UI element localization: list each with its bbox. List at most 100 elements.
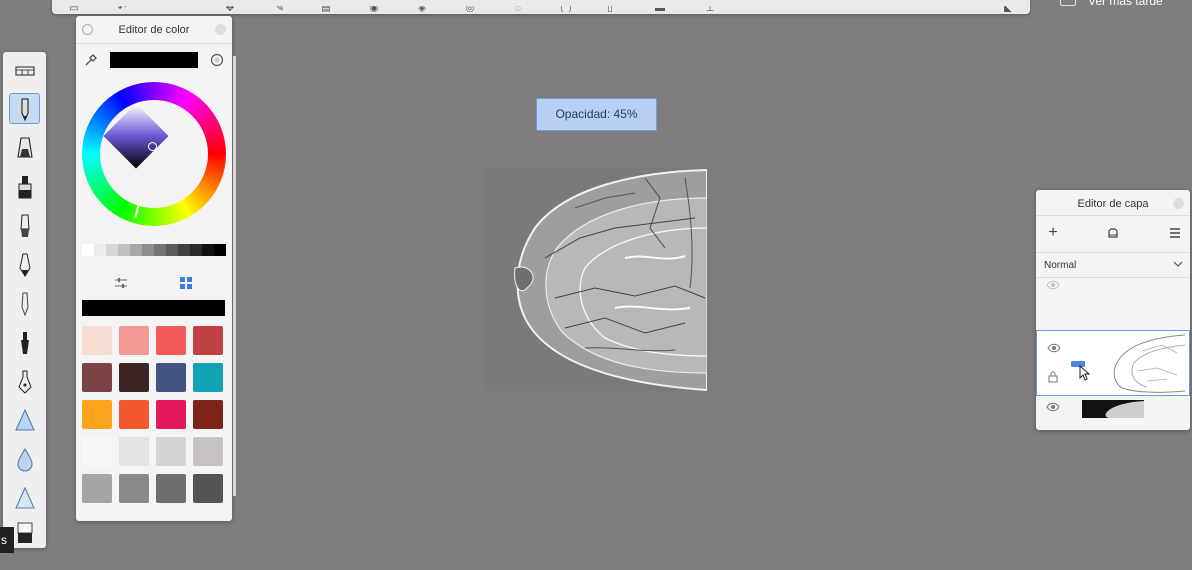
toolbar-icon[interactable]: ◉ (366, 6, 382, 12)
gray-swatch[interactable] (142, 244, 154, 256)
marker-icon[interactable] (9, 132, 40, 163)
color-swatch[interactable] (119, 474, 149, 503)
sharpen-icon[interactable] (9, 483, 40, 514)
blend-mode-select[interactable]: Normal (1036, 252, 1190, 278)
toolbar-icon[interactable]: ▭ (66, 6, 82, 12)
color-swatch[interactable] (82, 363, 112, 392)
toolbar-icon[interactable]: ▬ (652, 6, 668, 12)
color-swatch[interactable] (82, 326, 112, 355)
fountain-pen-icon[interactable] (9, 366, 40, 397)
pencil-icon[interactable] (9, 93, 40, 124)
layer-row-active[interactable] (1036, 330, 1190, 396)
layer-thumbnail[interactable] (1082, 400, 1144, 418)
gray-swatch[interactable] (118, 244, 130, 256)
color-swatch[interactable] (156, 474, 186, 503)
watch-later[interactable]: Ver más tarde (1038, 0, 1192, 12)
color-swatch[interactable] (193, 437, 223, 466)
gray-swatch[interactable] (214, 244, 226, 256)
color-wheel[interactable] (82, 82, 226, 226)
color-editor-title: Editor de color (118, 24, 190, 36)
gray-swatch[interactable] (154, 244, 166, 256)
gray-swatch[interactable] (202, 244, 214, 256)
color-editor-header[interactable]: Editor de color (76, 16, 232, 44)
toolbar-icon[interactable]: ◈ (414, 6, 430, 12)
tool-palette (3, 52, 46, 548)
color-puck-icon[interactable] (210, 53, 224, 67)
ink-pen-icon[interactable] (9, 327, 40, 358)
layer-thumbnail[interactable] (1087, 333, 1185, 393)
color-picker-knob[interactable] (148, 142, 157, 151)
color-swatch[interactable] (156, 437, 186, 466)
current-color-swatch[interactable] (110, 52, 198, 68)
layer-editor-panel: Editor de capa + Normal (1036, 190, 1190, 430)
toolbar-icon[interactable]: ✎ (272, 6, 288, 12)
gray-swatch[interactable] (94, 244, 106, 256)
active-color-bar[interactable] (82, 300, 225, 316)
color-swatch[interactable] (193, 363, 223, 392)
toolbar-icon[interactable]: ▤ (318, 6, 334, 12)
color-swatch[interactable] (193, 474, 223, 503)
lock-icon[interactable] (1048, 371, 1058, 383)
watch-later-icon (1060, 0, 1076, 6)
color-swatch[interactable] (156, 326, 186, 355)
eye-icon[interactable] (1046, 402, 1060, 412)
gray-swatch[interactable] (178, 244, 190, 256)
breast-sketch-image (485, 168, 707, 391)
color-swatch[interactable] (82, 437, 112, 466)
eye-icon[interactable] (1047, 343, 1061, 353)
add-layer-icon[interactable]: + (1046, 225, 1060, 241)
brush-settings-icon[interactable] (9, 54, 40, 85)
toolbar-icon[interactable]: ✥ (222, 6, 238, 12)
layer-editor-header[interactable]: Editor de capa (1036, 190, 1190, 216)
swatch-grid-icon[interactable] (179, 276, 193, 290)
color-swatch[interactable] (119, 326, 149, 355)
paintbrush-icon[interactable] (9, 210, 40, 241)
color-mode-tabs (76, 272, 232, 294)
toolbar-icon[interactable]: ◣ (1000, 6, 1016, 12)
canvas-artwork[interactable] (485, 168, 707, 391)
eye-icon[interactable] (1046, 280, 1060, 290)
hamburger-menu-icon[interactable] (1168, 226, 1182, 240)
top-toolbar: ▭ ↶ ✥ ✎ ▤ ◉ ◈ ◎ ◌ ◯ ▯ ▬ ⊥ ◣ (52, 0, 1030, 14)
opacity-tooltip: Opacidad: 45% (536, 98, 657, 131)
color-swatch[interactable] (193, 400, 223, 429)
panel-close-icon[interactable] (1173, 198, 1184, 209)
toolbar-icon[interactable]: ▯ (602, 6, 618, 12)
layer-row[interactable] (1036, 400, 1190, 430)
pen-icon[interactable] (9, 249, 40, 280)
color-swatch-grid (82, 326, 226, 503)
airbrush-icon[interactable] (9, 171, 40, 202)
smudge-icon[interactable] (9, 405, 40, 436)
toolbar-icon[interactable]: ↶ (114, 6, 130, 12)
color-swatch[interactable] (119, 437, 149, 466)
color-wheel-center (100, 100, 208, 208)
gray-swatch[interactable] (82, 244, 94, 256)
gray-swatch[interactable] (130, 244, 142, 256)
color-swatch[interactable] (156, 363, 186, 392)
color-swatch[interactable] (82, 474, 112, 503)
color-swatch[interactable] (119, 400, 149, 429)
blend-mode-value: Normal (1044, 260, 1077, 271)
panel-scrollbar[interactable] (233, 56, 236, 496)
fineliner-icon[interactable] (9, 288, 40, 319)
eyedropper-icon[interactable] (84, 53, 98, 67)
toolbar-icon[interactable]: ◌ (510, 6, 526, 12)
gray-swatch[interactable] (190, 244, 202, 256)
gray-swatch[interactable] (106, 244, 118, 256)
bottom-label: s (0, 527, 14, 553)
sliders-icon[interactable] (114, 276, 128, 290)
layer-row[interactable] (1036, 278, 1190, 316)
toolbar-icon[interactable]: ⊥ (702, 6, 718, 12)
toolbar-icon[interactable]: ◎ (462, 6, 478, 12)
color-swatch[interactable] (156, 400, 186, 429)
color-swatch[interactable] (193, 326, 223, 355)
toolbar-icon[interactable]: ◯ (558, 6, 574, 12)
color-editor-panel: Editor de color (76, 16, 236, 521)
layer-stack-icon[interactable] (1106, 226, 1120, 240)
blur-icon[interactable] (9, 444, 40, 475)
color-swatch[interactable] (119, 363, 149, 392)
panel-close-icon[interactable] (215, 24, 226, 35)
grayscale-strip[interactable] (82, 244, 226, 256)
color-swatch[interactable] (82, 400, 112, 429)
gray-swatch[interactable] (166, 244, 178, 256)
